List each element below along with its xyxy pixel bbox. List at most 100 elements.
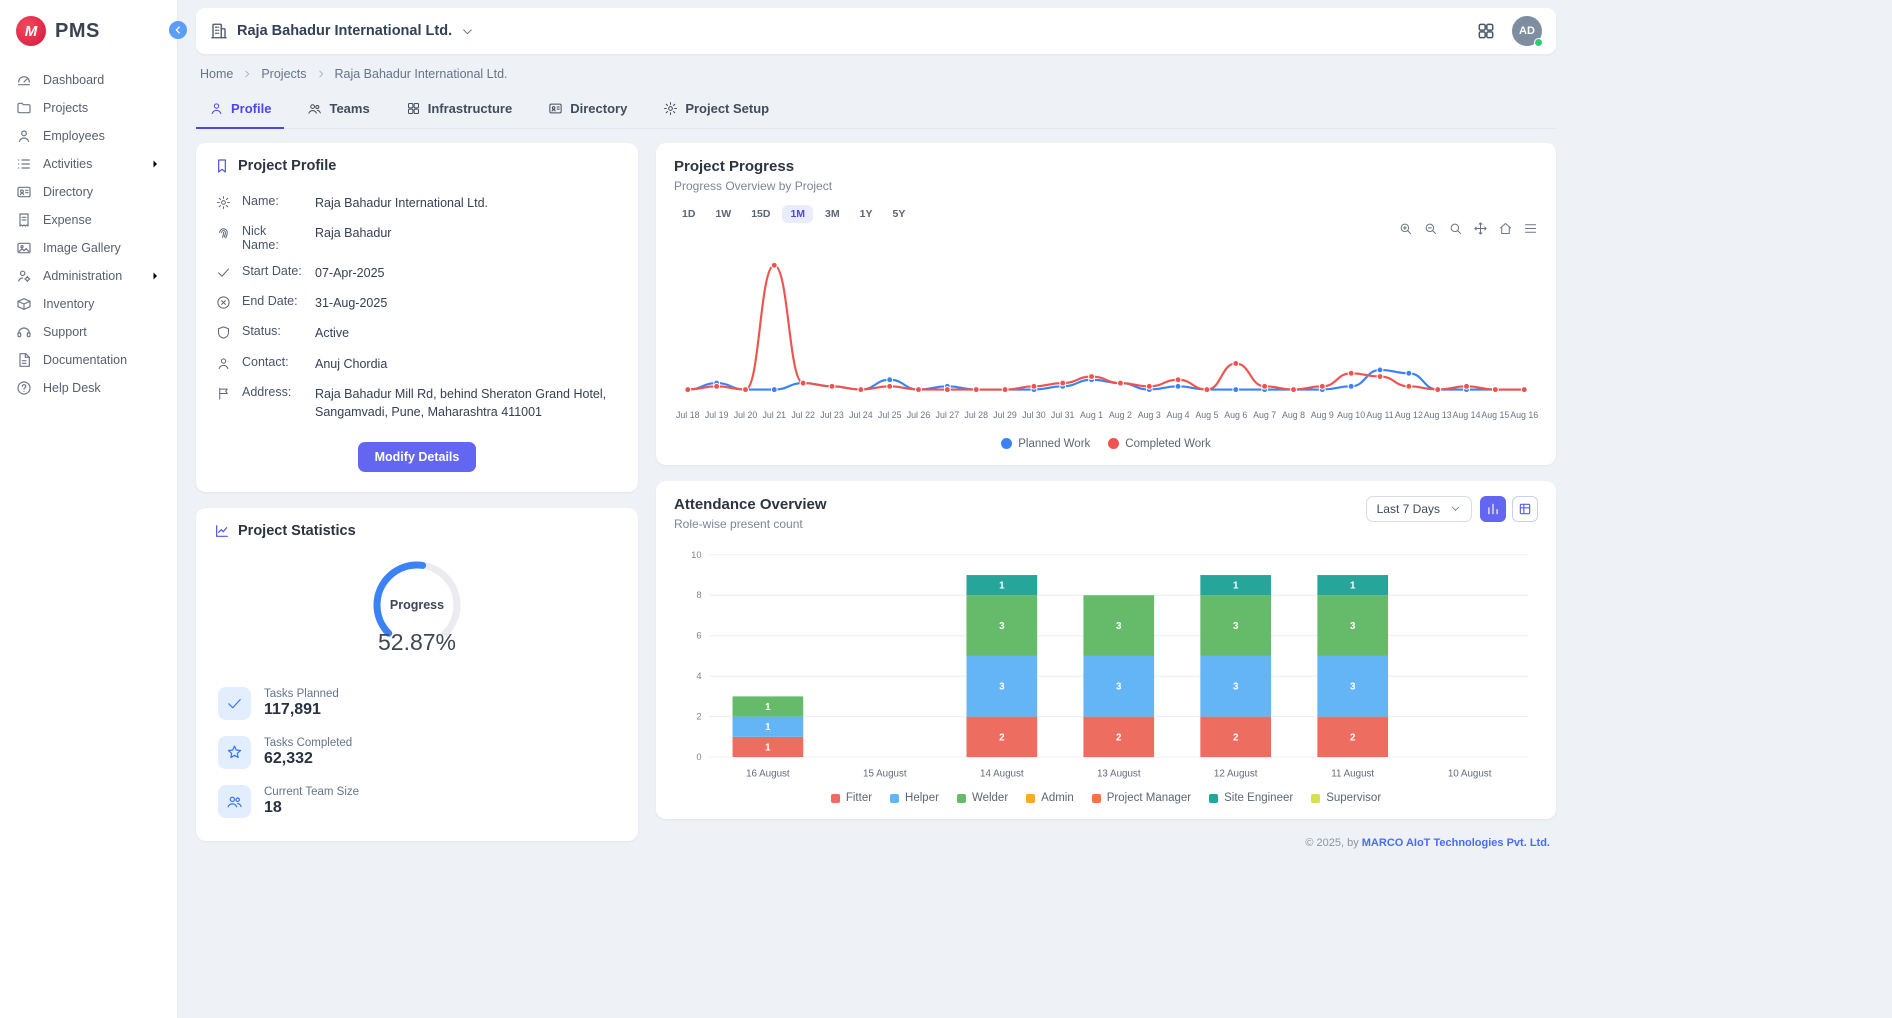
app-logo[interactable]: M PMS (0, 12, 177, 66)
sidebar-item-projects[interactable]: Projects (0, 94, 177, 122)
sidebar-item-label: Employees (43, 129, 105, 143)
zoom-out-icon[interactable] (1423, 221, 1438, 241)
sidebar-item-directory[interactable]: Directory (0, 178, 177, 206)
sidebar-item-administration[interactable]: Administration (0, 262, 177, 290)
chevron-right-icon (149, 158, 161, 170)
attendance-chart[interactable]: 024681016 August11115 August14 August233… (674, 545, 1538, 787)
sidebar-collapse-button[interactable] (169, 21, 187, 39)
svg-text:Jul 26: Jul 26 (907, 410, 931, 420)
svg-text:Aug 9: Aug 9 (1311, 410, 1334, 420)
breadcrumb-item-projects[interactable]: Projects (261, 67, 306, 81)
sidebar-item-dashboard[interactable]: Dashboard (0, 66, 177, 94)
zoom-in-icon[interactable] (1398, 221, 1413, 241)
svg-text:1: 1 (765, 722, 771, 733)
range-button-15d[interactable]: 15D (743, 205, 778, 223)
field-value: 07-Apr-2025 (315, 264, 385, 282)
sidebar-item-inventory[interactable]: Inventory (0, 290, 177, 318)
company-link[interactable]: MARCO AIoT Technologies Pvt. Ltd. (1362, 837, 1550, 849)
selection-zoom-icon[interactable] (1448, 221, 1463, 241)
field-value: Active (315, 324, 349, 342)
legend-label: Fitter (846, 792, 872, 804)
svg-text:Aug 10: Aug 10 (1337, 410, 1365, 420)
stat-icon-box (218, 687, 251, 720)
bar-chart-toggle-button[interactable] (1480, 496, 1506, 522)
sidebar-item-expense[interactable]: Expense (0, 206, 177, 234)
profile-field-address: Address:Raja Bahadur Mill Rd, behind She… (214, 379, 620, 427)
sidebar-item-help-desk[interactable]: Help Desk (0, 374, 177, 402)
legend-item-admin[interactable]: Admin (1026, 792, 1074, 804)
menu-icon[interactable] (1523, 221, 1538, 241)
breadcrumb-item-home[interactable]: Home (200, 67, 233, 81)
pan-icon[interactable] (1473, 221, 1488, 241)
sidebar-item-label: Projects (43, 101, 88, 115)
range-button-1y[interactable]: 1Y (852, 205, 881, 223)
legend-item-helper[interactable]: Helper (890, 792, 939, 804)
svg-text:Jul 18: Jul 18 (676, 410, 700, 420)
legend-item-site-engineer[interactable]: Site Engineer (1209, 792, 1293, 804)
svg-text:3: 3 (999, 621, 1005, 632)
sidebar-nav: Dashboard Projects Employees ActivitiesDire… (0, 66, 177, 402)
svg-text:Jul 27: Jul 27 (936, 410, 960, 420)
legend-item-supervisor[interactable]: Supervisor (1311, 792, 1381, 804)
chevron-down-icon (1450, 503, 1461, 514)
sidebar-item-label: Help Desk (43, 381, 101, 395)
tab-project-setup[interactable]: Project Setup (650, 92, 782, 129)
card-title: Project Profile (238, 158, 336, 174)
home-icon[interactable] (1498, 221, 1513, 241)
support-icon (16, 324, 32, 340)
apps-grid-icon[interactable] (1476, 21, 1496, 41)
flag-icon (216, 386, 231, 401)
tab-directory[interactable]: Directory (535, 92, 640, 129)
svg-text:6: 6 (696, 630, 701, 640)
field-value: Raja Bahadur (315, 224, 391, 242)
sidebar-item-employees[interactable]: Employees (0, 122, 177, 150)
range-button-1d[interactable]: 1D (674, 205, 703, 223)
stat-value: 18 (264, 799, 359, 817)
sidebar-item-image-gallery[interactable]: Image Gallery (0, 234, 177, 262)
svg-text:3: 3 (1350, 681, 1356, 692)
sidebar-item-label: Expense (43, 213, 92, 227)
folder-icon (16, 100, 32, 116)
tab-label: Profile (231, 101, 271, 116)
field-label: Nick Name: (242, 224, 304, 252)
tab-bar: Profile Teams InfrastructureDirectory Proje… (196, 92, 1556, 129)
sidebar-item-activities[interactable]: Activities (0, 150, 177, 178)
sidebar: M PMS Dashboard Projects Employees Activiti… (0, 0, 178, 1018)
legend-marker (1209, 794, 1218, 803)
svg-text:1: 1 (999, 580, 1005, 591)
legend-item-fitter[interactable]: Fitter (831, 792, 872, 804)
tab-teams[interactable]: Teams (294, 92, 382, 129)
profile-field-nick-name: Nick Name: Raja Bahadur (214, 218, 620, 258)
progress-percentage: 52.87% (332, 629, 502, 656)
range-button-5y[interactable]: 5Y (884, 205, 913, 223)
tab-infrastructure[interactable]: Infrastructure (393, 92, 526, 129)
project-progress-chart[interactable]: Jul 18Jul 19Jul 20Jul 21Jul 22Jul 23Jul … (674, 243, 1538, 432)
user-avatar[interactable]: AD (1512, 16, 1542, 46)
legend-item-project-manager[interactable]: Project Manager (1092, 792, 1191, 804)
tab-profile[interactable]: Profile (196, 92, 284, 129)
legend-item-completed-work[interactable]: Completed Work (1108, 438, 1210, 450)
gauge-label: Progress (390, 598, 444, 612)
line-chart-legend: Planned Work Completed Work (674, 438, 1538, 450)
svg-text:1: 1 (765, 701, 771, 712)
company-selector[interactable]: Raja Bahadur International Ltd. (210, 22, 474, 40)
receipt-icon (16, 212, 32, 228)
range-button-3m[interactable]: 3M (817, 205, 848, 223)
range-button-1m[interactable]: 1M (782, 205, 813, 223)
legend-item-planned-work[interactable]: Planned Work (1001, 438, 1090, 450)
person-icon (16, 128, 32, 144)
range-button-1w[interactable]: 1W (707, 205, 739, 223)
modify-details-button[interactable]: Modify Details (358, 442, 477, 472)
legend-item-welder[interactable]: Welder (957, 792, 1008, 804)
svg-text:3: 3 (1233, 621, 1239, 632)
legend-marker (890, 794, 899, 803)
bookmark-icon (214, 158, 230, 174)
sidebar-item-documentation[interactable]: Documentation (0, 346, 177, 374)
svg-text:Jul 30: Jul 30 (1022, 410, 1046, 420)
bar-chart-legend: Fitter Helper Welder Admin Project Manager Si… (674, 792, 1538, 804)
field-label: Address: (242, 385, 304, 399)
table-toggle-button[interactable] (1512, 496, 1538, 522)
date-range-select[interactable]: Last 7 Days (1366, 496, 1472, 522)
bar-chart-icon (1486, 502, 1500, 516)
sidebar-item-support[interactable]: Support (0, 318, 177, 346)
